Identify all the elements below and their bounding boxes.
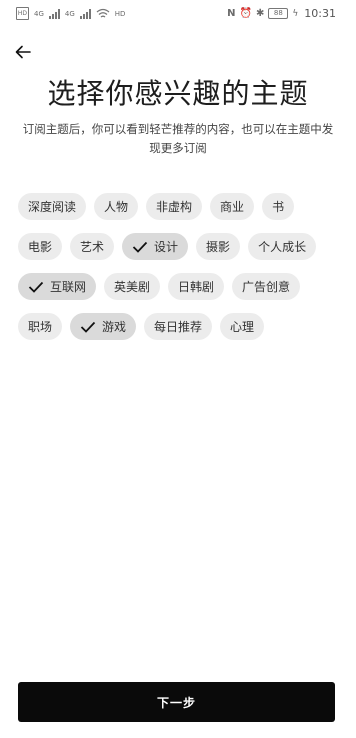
topic-chip[interactable]: 人物 (94, 193, 139, 220)
topic-label: 电影 (28, 240, 53, 254)
topic-chip[interactable]: 个人成长 (248, 233, 317, 260)
topic-label: 深度阅读 (28, 200, 77, 214)
wifi-badge: HD (114, 9, 126, 18)
topic-chip-list: 深度阅读 人物 非虚构 商业 书 电影 艺术 设计 摄影 个人成长 互联网 英美… (18, 193, 348, 353)
topic-label: 互联网 (50, 280, 87, 294)
sim1-icon: HD (16, 7, 29, 20)
alarm-icon: ⏰ (239, 8, 252, 19)
topic-chip[interactable]: 摄影 (196, 233, 241, 260)
topic-chip[interactable]: 英美剧 (104, 273, 161, 300)
checkmark-icon (80, 321, 96, 333)
topic-row: 互联网 英美剧 日韩剧 广告创意 (18, 273, 348, 300)
topic-label: 个人成长 (258, 240, 307, 254)
topic-chip[interactable]: 商业 (210, 193, 255, 220)
topic-chip[interactable]: 设计 (122, 233, 189, 260)
bluetooth-icon: ✱ (255, 8, 265, 19)
topic-label: 设计 (154, 240, 179, 254)
network-type-1: 4G (34, 9, 44, 18)
topic-label: 摄影 (206, 240, 231, 254)
nfc-icon: N (227, 8, 236, 19)
topic-label: 职场 (28, 320, 53, 334)
status-bar: HD 4G 4G HD N ⏰ ✱ 88 ϟ 10:31 (0, 0, 356, 30)
topic-chip[interactable]: 职场 (18, 313, 63, 340)
topic-label: 英美剧 (114, 280, 151, 294)
topic-label: 艺术 (80, 240, 105, 254)
topic-row: 职场 游戏 每日推荐 心理 (18, 313, 348, 340)
topic-row: 电影 艺术 设计 摄影 个人成长 (18, 233, 348, 260)
status-left: HD 4G 4G HD (16, 7, 125, 20)
topic-label: 广告创意 (242, 280, 291, 294)
arrow-left-icon (15, 45, 31, 59)
charging-icon: ϟ (292, 8, 299, 19)
page-subtitle: 订阅主题后，你可以看到轻芒推荐的内容，也可以在主题中发现更多订阅 (22, 122, 334, 155)
topic-chip[interactable]: 广告创意 (232, 273, 301, 300)
topic-label: 人物 (104, 200, 129, 214)
topic-label: 每日推荐 (154, 320, 203, 334)
topic-chip[interactable]: 艺术 (70, 233, 115, 260)
topic-chip[interactable]: 非虚构 (146, 193, 203, 220)
topic-chip[interactable]: 每日推荐 (144, 313, 213, 340)
topic-label: 游戏 (102, 320, 127, 334)
topic-chip[interactable]: 深度阅读 (18, 193, 87, 220)
network-type-2: 4G (64, 9, 75, 18)
clock: 10:31 (304, 7, 336, 20)
topic-label: 日韩剧 (178, 280, 215, 294)
topic-chip[interactable]: 互联网 (18, 273, 97, 300)
signal-2-icon (79, 8, 91, 19)
topic-chip[interactable]: 游戏 (70, 313, 137, 340)
topic-label: 心理 (230, 320, 255, 334)
checkmark-icon (28, 281, 44, 293)
topic-label: 书 (272, 200, 285, 214)
status-right: N ⏰ ✱ 88 ϟ 10:31 (227, 7, 336, 20)
topic-row: 深度阅读 人物 非虚构 商业 书 (18, 193, 348, 220)
topic-chip[interactable]: 日韩剧 (168, 273, 225, 300)
next-step-button[interactable]: 下一步 (18, 682, 335, 722)
topic-chip[interactable]: 心理 (220, 313, 265, 340)
topic-chip[interactable]: 书 (262, 193, 295, 220)
checkmark-icon (132, 241, 148, 253)
topic-chip[interactable]: 电影 (18, 233, 63, 260)
page-title: 选择你感兴趣的主题 (47, 77, 309, 110)
signal-1-icon (48, 8, 60, 19)
wifi-icon (96, 8, 110, 18)
topic-label: 非虚构 (156, 200, 193, 214)
battery-icon: 88 (268, 8, 289, 19)
topic-label: 商业 (220, 200, 245, 214)
back-button[interactable] (12, 41, 34, 63)
